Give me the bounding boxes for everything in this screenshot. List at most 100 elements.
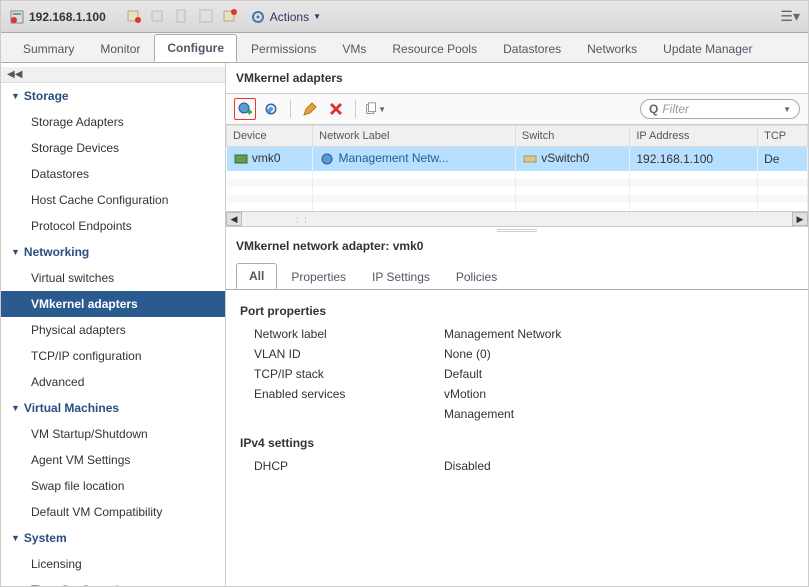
- delete-x-icon: [328, 101, 344, 117]
- col-device[interactable]: Device: [227, 126, 313, 147]
- sidebar-item-datastores[interactable]: Datastores: [1, 161, 225, 187]
- table-row-empty: [227, 179, 808, 187]
- delete-button[interactable]: [325, 98, 347, 120]
- host-icon: [9, 9, 25, 25]
- header-icon-4[interactable]: [198, 8, 216, 26]
- detail-tab-all[interactable]: All: [236, 263, 277, 289]
- sidebar-item-storage-devices[interactable]: Storage Devices: [1, 135, 225, 161]
- refresh-icon: [263, 101, 279, 117]
- sidebar-item-storage-adapters[interactable]: Storage Adapters: [1, 109, 225, 135]
- sidebar-group-virtual-machines[interactable]: ▼Virtual Machines: [1, 395, 225, 421]
- triangle-down-icon: ▼: [11, 533, 20, 543]
- sidebar-group-system[interactable]: ▼System: [1, 525, 225, 551]
- scroll-grip[interactable]: : :: [296, 215, 309, 224]
- tab-networks[interactable]: Networks: [575, 36, 649, 62]
- detail-title-value: vmk0: [393, 239, 424, 253]
- sidebar-item-virtual-switches[interactable]: Virtual switches: [1, 265, 225, 291]
- toolbar: ▼ Q Filter ▼: [226, 93, 808, 125]
- content-pane: VMkernel adapters ▼ Q Filter: [226, 63, 808, 586]
- filter-input[interactable]: Q Filter ▼: [640, 99, 800, 119]
- network-icon: [319, 151, 335, 167]
- adapters-table: DeviceNetwork LabelSwitchIP AddressTCP v…: [226, 125, 808, 211]
- sidebar-item-vm-startup-shutdown[interactable]: VM Startup/Shutdown: [1, 421, 225, 447]
- header-right-icon[interactable]: ☰▾: [780, 8, 800, 25]
- cell-ip: 192.168.1.100: [630, 147, 758, 172]
- port-props-heading: Port properties: [240, 304, 794, 318]
- sidebar-collapse[interactable]: ◀◀: [1, 67, 225, 83]
- prop-label: VLAN ID: [254, 347, 444, 361]
- sidebar-item-default-vm-compatibility[interactable]: Default VM Compatibility: [1, 499, 225, 525]
- filter-placeholder: Filter: [662, 102, 689, 116]
- sidebar-item-advanced[interactable]: Advanced: [1, 369, 225, 395]
- triangle-down-icon: ▼: [11, 403, 20, 413]
- sidebar-group-networking[interactable]: ▼Networking: [1, 239, 225, 265]
- cell-switch: vSwitch0: [541, 151, 589, 165]
- add-adapter-button[interactable]: [234, 98, 256, 120]
- triangle-down-icon: ▼: [11, 91, 20, 101]
- detail-title: VMkernel network adapter: vmk0: [226, 233, 808, 259]
- tab-configure[interactable]: Configure: [154, 34, 237, 62]
- detail-tab-policies[interactable]: Policies: [444, 265, 509, 289]
- tab-vms[interactable]: VMs: [330, 36, 378, 62]
- detail-tab-properties[interactable]: Properties: [279, 265, 358, 289]
- sidebar-item-agent-vm-settings[interactable]: Agent VM Settings: [1, 447, 225, 473]
- tab-datastores[interactable]: Datastores: [491, 36, 573, 62]
- header-action-icons: [126, 8, 240, 26]
- table-row[interactable]: vmk0 Management Netw... vSwitch0192.168.…: [227, 147, 808, 172]
- main-tabs: SummaryMonitorConfigurePermissionsVMsRes…: [1, 33, 808, 63]
- switch-icon: [522, 151, 538, 167]
- section-title: VMkernel adapters: [226, 63, 808, 93]
- sidebar-item-time-configuration[interactable]: Time Configuration: [1, 577, 225, 586]
- table-row-empty: [227, 171, 808, 179]
- col-network-label[interactable]: Network Label: [313, 126, 516, 147]
- header-icon-2[interactable]: [150, 8, 168, 26]
- header-icon-5[interactable]: [222, 8, 240, 26]
- header-icon-3[interactable]: [174, 8, 192, 26]
- toolbar-divider: [290, 100, 291, 118]
- copy-button[interactable]: ▼: [364, 98, 386, 120]
- chevron-down-icon: ▼: [313, 12, 321, 21]
- prop-row: Management: [240, 404, 794, 424]
- copy-icon: [364, 101, 378, 117]
- actions-label: Actions: [270, 10, 309, 24]
- prop-row: Network labelManagement Network: [240, 324, 794, 344]
- actions-dropdown[interactable]: Actions ▼: [250, 9, 321, 25]
- sidebar-item-licensing[interactable]: Licensing: [1, 551, 225, 577]
- tab-resource-pools[interactable]: Resource Pools: [380, 36, 489, 62]
- sidebar-group-storage[interactable]: ▼Storage: [1, 83, 225, 109]
- host-label: 192.168.1.100: [9, 9, 106, 25]
- toolbar-divider-2: [355, 100, 356, 118]
- scroll-right-arrow[interactable]: ▶: [792, 212, 808, 226]
- sidebar-item-tcp-ip-configuration[interactable]: TCP/IP configuration: [1, 343, 225, 369]
- prop-row: VLAN IDNone (0): [240, 344, 794, 364]
- refresh-button[interactable]: [260, 98, 282, 120]
- gear-icon: [250, 9, 266, 25]
- sidebar-item-host-cache-configuration[interactable]: Host Cache Configuration: [1, 187, 225, 213]
- sidebar-item-protocol-endpoints[interactable]: Protocol Endpoints: [1, 213, 225, 239]
- sidebar: ◀◀ ▼StorageStorage AdaptersStorage Devic…: [1, 63, 226, 586]
- col-ip-address[interactable]: IP Address: [630, 126, 758, 147]
- sidebar-item-vmkernel-adapters[interactable]: VMkernel adapters: [1, 291, 225, 317]
- scroll-left-arrow[interactable]: ◀: [226, 212, 242, 226]
- sidebar-item-swap-file-location[interactable]: Swap file location: [1, 473, 225, 499]
- tab-monitor[interactable]: Monitor: [88, 36, 152, 62]
- detail-tab-ip-settings[interactable]: IP Settings: [360, 265, 442, 289]
- pencil-icon: [302, 101, 318, 117]
- edit-button[interactable]: [299, 98, 321, 120]
- col-switch[interactable]: Switch: [515, 126, 629, 147]
- sidebar-item-physical-adapters[interactable]: Physical adapters: [1, 317, 225, 343]
- header-icon-1[interactable]: [126, 8, 144, 26]
- detail-body: Port properties Network labelManagement …: [226, 290, 808, 586]
- search-icon: Q: [649, 102, 658, 116]
- col-tcp[interactable]: TCP: [758, 126, 808, 147]
- tab-summary[interactable]: Summary: [11, 36, 86, 62]
- tab-update-manager[interactable]: Update Manager: [651, 36, 764, 62]
- prop-row: Enabled servicesvMotion: [240, 384, 794, 404]
- prop-value: Disabled: [444, 459, 491, 473]
- header-bar: 192.168.1.100 Actions ▼ ☰▾: [1, 1, 808, 33]
- prop-row: TCP/IP stackDefault: [240, 364, 794, 384]
- vmk-icon: [233, 151, 249, 167]
- tab-permissions[interactable]: Permissions: [239, 36, 328, 62]
- table-hscrollbar[interactable]: ◀ : : ▶: [226, 211, 808, 227]
- table-row-empty: [227, 203, 808, 211]
